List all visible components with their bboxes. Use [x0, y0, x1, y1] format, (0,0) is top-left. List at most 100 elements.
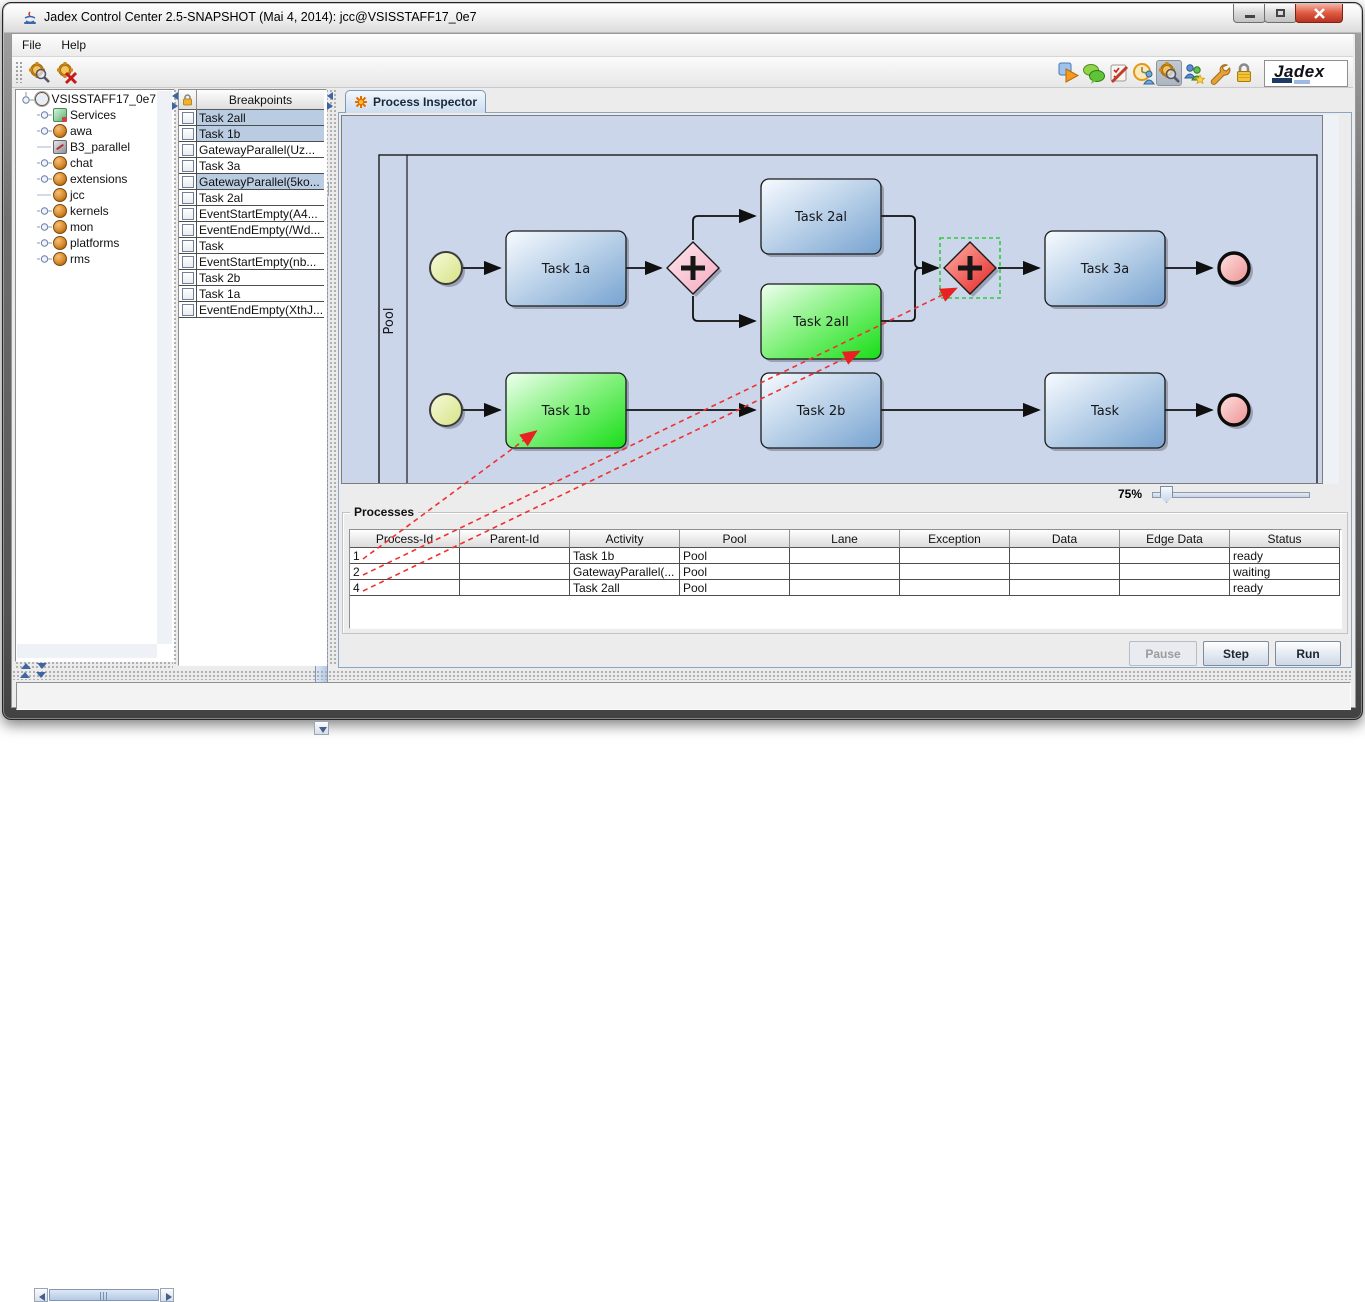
process-cell[interactable]: ready [1230, 580, 1340, 596]
column-header-status[interactable]: Status [1230, 530, 1340, 548]
zoom-slider-track[interactable] [1152, 492, 1310, 498]
column-header-exception[interactable]: Exception [900, 530, 1010, 548]
breakpoint-label[interactable]: EventEndEmpty(XthJ... [197, 302, 324, 317]
tree-item-extensions[interactable]: extensions [17, 171, 156, 187]
breakpoint-checkbox[interactable] [182, 304, 194, 316]
security-icon[interactable] [1231, 60, 1257, 86]
column-header-pool[interactable]: Pool [680, 530, 790, 548]
breakpoint-label[interactable]: Task 3a [197, 158, 324, 173]
column-header-process-id[interactable]: Process-Id [350, 530, 460, 548]
tree-item-b3-parallel[interactable]: B3_parallel [17, 139, 156, 155]
breakpoint-row[interactable]: Task 2all [179, 110, 324, 126]
breakpoint-label[interactable]: Task 2b [197, 270, 324, 285]
starter-icon[interactable] [1056, 60, 1082, 86]
column-header-data[interactable]: Data [1010, 530, 1120, 548]
tree-item-rms[interactable]: rms [17, 251, 156, 267]
breakpoint-row[interactable]: GatewayParallel(5ko... [179, 174, 324, 190]
breakpoint-checkbox[interactable] [182, 272, 194, 284]
tree-item-vsisstaff17-0e7[interactable]: VSISSTAFF17_0e7 [17, 91, 156, 107]
breakpoint-row[interactable]: Task 2al [179, 190, 324, 206]
process-cell[interactable] [900, 564, 1010, 580]
breakpoint-label[interactable]: Task 2al [197, 190, 324, 205]
breakpoint-checkbox[interactable] [182, 256, 194, 268]
breakpoint-label[interactable]: Task [197, 238, 324, 253]
process-cell[interactable] [1010, 564, 1120, 580]
tree-item-platforms[interactable]: platforms [17, 235, 156, 251]
process-cell[interactable]: 2 [350, 564, 460, 580]
breakpoint-row[interactable]: Task [179, 238, 324, 254]
tree-vertical-scrollbar[interactable] [157, 91, 172, 644]
tree-item-kernels[interactable]: kernels [17, 203, 156, 219]
process-cell[interactable]: Pool [680, 564, 790, 580]
settings-icon[interactable] [1206, 60, 1232, 86]
breakpoint-row[interactable]: EventEndEmpty(XthJ... [179, 302, 324, 318]
menu-help[interactable]: Help [61, 38, 86, 52]
process-cell[interactable] [1120, 564, 1230, 580]
breakpoint-checkbox[interactable] [182, 176, 194, 188]
tree-expand-handle[interactable] [37, 252, 53, 266]
tree-expand-handle[interactable] [37, 220, 53, 234]
breakpoint-row[interactable]: Task 3a [179, 158, 324, 174]
step-button[interactable]: Step [1203, 641, 1269, 666]
task-1b[interactable]: Task 1b [506, 373, 629, 451]
process-cell[interactable] [900, 548, 1010, 564]
breakpoint-checkbox[interactable] [182, 160, 194, 172]
toolbar-grip[interactable] [15, 61, 23, 83]
tree-expand-handle[interactable] [37, 108, 53, 122]
process-cell[interactable]: Task 1b [570, 548, 680, 564]
debugger-icon[interactable] [1156, 60, 1182, 86]
breakpoint-row[interactable]: Task 1b [179, 126, 324, 142]
breakpoint-row[interactable]: Task 2b [179, 270, 324, 286]
tree-expand-handle[interactable] [37, 204, 53, 218]
breakpoint-checkbox[interactable] [182, 208, 194, 220]
breakpoint-row[interactable]: EventStartEmpty(A4... [179, 206, 324, 222]
tree-expand-handle[interactable] [37, 236, 53, 250]
tree-horizontal-scrollbar[interactable] [17, 644, 157, 658]
tree-item-chat[interactable]: chat [17, 155, 156, 171]
breakpoint-checkbox[interactable] [182, 240, 194, 252]
close-button[interactable] [1295, 4, 1343, 23]
tree-hscroll-thumb[interactable] [49, 1289, 159, 1301]
breakpoints-column-header[interactable]: Breakpoints [197, 90, 324, 110]
breakpoint-checkbox[interactable] [182, 112, 194, 124]
test-center-icon[interactable] [1106, 60, 1132, 86]
breakpoint-label[interactable]: EventStartEmpty(A4... [197, 206, 324, 221]
tree-item-services[interactable]: Services [17, 107, 156, 123]
breakpoint-label[interactable]: Task 1a [197, 286, 324, 301]
process-cell[interactable] [460, 580, 570, 596]
run-button[interactable]: Run [1275, 641, 1341, 666]
breakpoint-checkbox[interactable] [182, 224, 194, 236]
maximize-button[interactable] [1264, 4, 1297, 23]
conversation-icon[interactable] [1081, 60, 1107, 86]
process-cell[interactable] [1120, 580, 1230, 596]
tree-expand-handle[interactable] [37, 156, 53, 170]
column-header-activity[interactable]: Activity [570, 530, 680, 548]
column-header-edge-data[interactable]: Edge Data [1120, 530, 1230, 548]
menu-file[interactable]: File [22, 38, 41, 52]
tree-expand-handle[interactable] [37, 124, 53, 138]
process-cell[interactable] [790, 548, 900, 564]
process-cell[interactable]: Pool [680, 548, 790, 564]
column-header-lane[interactable]: Lane [790, 530, 900, 548]
breakpoint-label[interactable]: EventEndEmpty(/Wd... [197, 222, 324, 237]
breakpoint-label[interactable]: GatewayParallel(Uz... [197, 142, 324, 157]
minimize-button[interactable] [1233, 4, 1266, 23]
breakpoint-row[interactable]: EventStartEmpty(nb... [179, 254, 324, 270]
simulation-icon[interactable] [1131, 60, 1157, 86]
breakpoint-label[interactable]: Task 2all [197, 110, 324, 125]
breakpoint-checkbox[interactable] [182, 144, 194, 156]
process-cell[interactable] [1010, 548, 1120, 564]
start-event-2[interactable] [430, 394, 462, 426]
task-2al[interactable]: Task 2al [761, 179, 884, 257]
open-platform-icon[interactable] [26, 60, 52, 86]
tree-item-awa[interactable]: awa [17, 123, 156, 139]
process-cell[interactable] [1010, 580, 1120, 596]
tree-item-jcc[interactable]: jcc [17, 187, 156, 203]
canvas-vertical-scrollbar[interactable] [1323, 115, 1339, 484]
process-cell[interactable]: ready [1230, 548, 1340, 564]
breakpoint-row[interactable]: Task 1a [179, 286, 324, 302]
breakpoint-checkbox[interactable] [182, 288, 194, 300]
breakpoint-row[interactable]: GatewayParallel(Uz... [179, 142, 324, 158]
end-event-1[interactable] [1219, 253, 1249, 283]
process-cell[interactable] [460, 564, 570, 580]
